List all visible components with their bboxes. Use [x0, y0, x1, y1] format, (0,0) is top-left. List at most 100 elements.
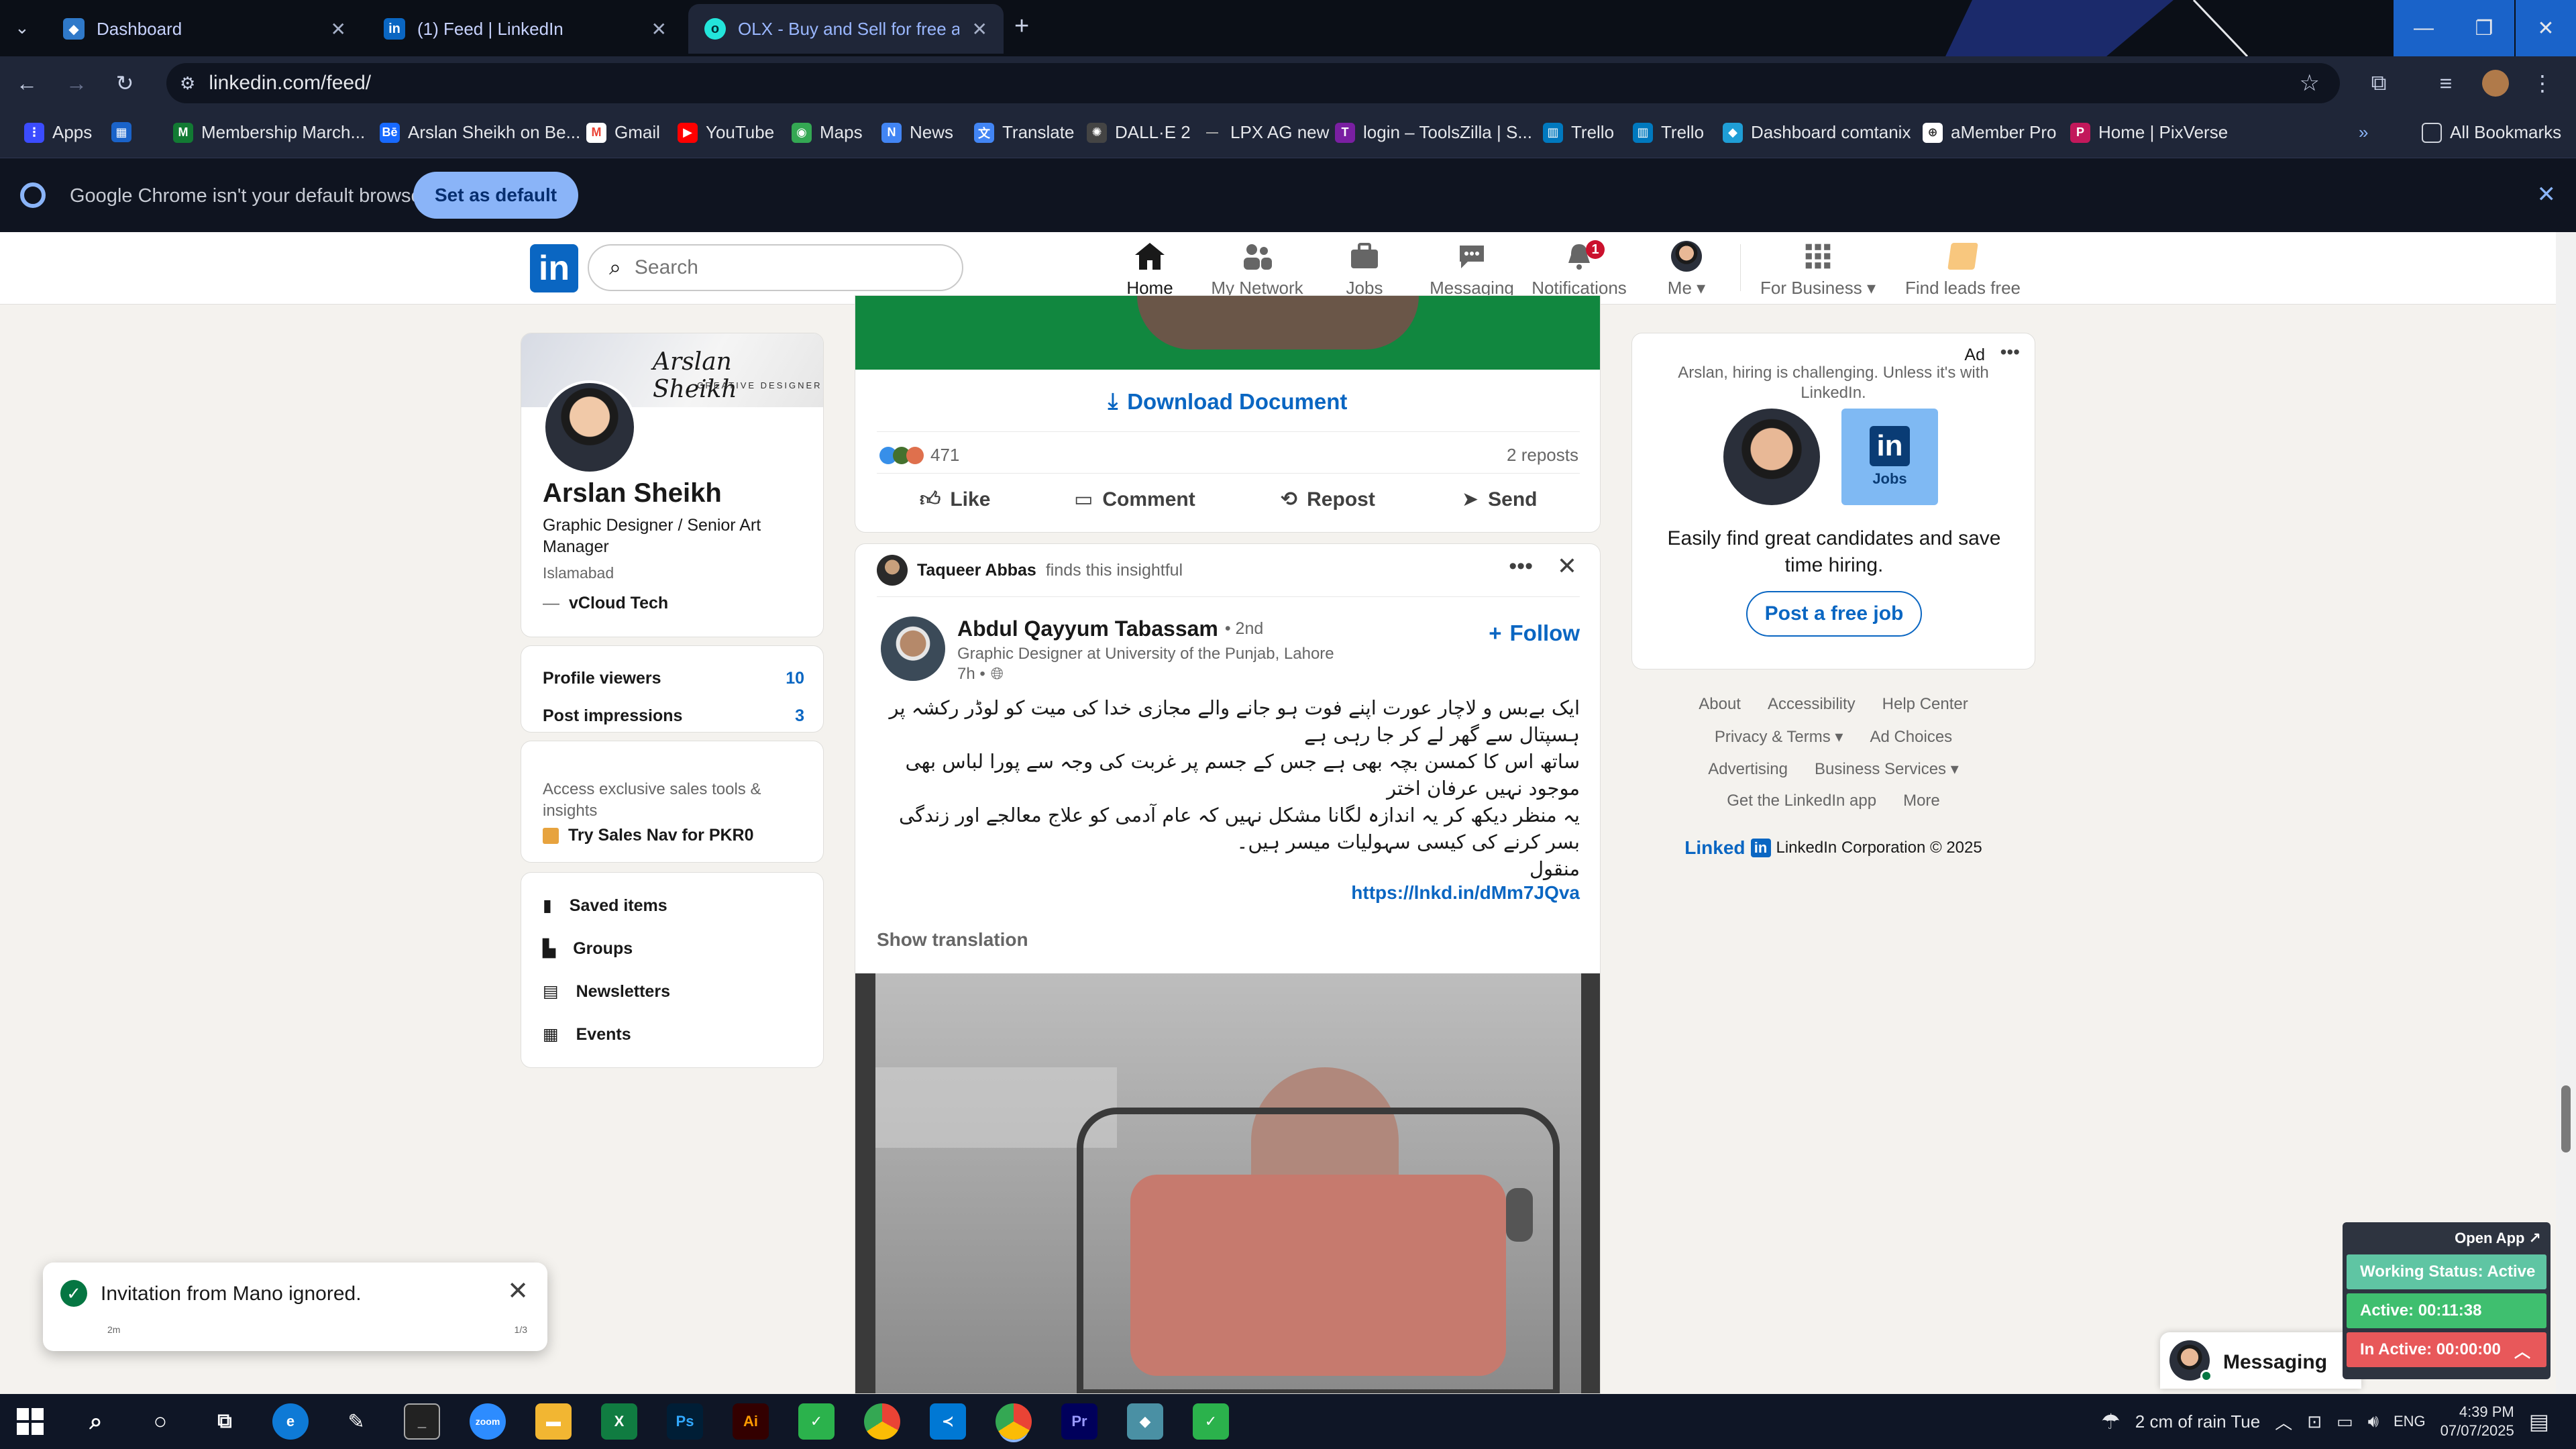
follow-button[interactable]: + Follow	[1489, 621, 1580, 646]
bookmark-maps[interactable]: ◉ Maps	[792, 122, 863, 143]
post-link[interactable]: https://lnkd.in/dMm7JQva	[1351, 882, 1580, 904]
bookmark-trello-2[interactable]: ▥ Trello	[1633, 122, 1704, 143]
download-document-button[interactable]: ⤓ Download Document	[855, 388, 1600, 415]
dismiss-post-icon[interactable]: ✕	[1557, 552, 1577, 580]
bookmark-translate[interactable]: 文 Translate	[974, 122, 1074, 143]
bookmark-dalle[interactable]: ✺ DALL·E 2	[1087, 122, 1191, 143]
premium-cta[interactable]: Try Sales Nav for PKR0	[543, 826, 754, 845]
profile-avatar-icon[interactable]	[2482, 70, 2509, 97]
comment-button[interactable]: ▭ Comment	[1074, 488, 1195, 511]
site-info-icon[interactable]: ⚙	[180, 73, 195, 94]
link-events[interactable]: ▦ Events	[543, 1024, 631, 1044]
context-avatar[interactable]	[877, 555, 908, 586]
collapse-chevron-icon[interactable]: ︿	[2514, 1338, 2530, 1362]
linkedin-logo[interactable]: in	[530, 244, 578, 292]
close-tab-icon[interactable]: ✕	[331, 18, 346, 40]
minimize-icon[interactable]: —	[2394, 0, 2454, 56]
photoshop-icon[interactable]: Ps	[667, 1403, 703, 1440]
footer-about[interactable]: About	[1699, 695, 1741, 714]
search-input[interactable]	[634, 256, 930, 279]
footer-help-center[interactable]: Help Center	[1882, 695, 1968, 714]
page-scrollbar[interactable]	[2556, 232, 2576, 1394]
footer-accessibility[interactable]: Accessibility	[1768, 695, 1856, 714]
footer-advertising[interactable]: Advertising	[1708, 760, 1788, 779]
terminal-icon[interactable]: _	[404, 1403, 440, 1440]
all-bookmarks[interactable]: All Bookmarks	[2422, 122, 2561, 143]
send-button[interactable]: ➤ Send	[1462, 488, 1538, 511]
wifi-icon[interactable]: ▭	[2337, 1411, 2353, 1432]
like-button[interactable]: 👍︎ Like	[920, 488, 990, 512]
tab-search-icon[interactable]: ⌄	[15, 17, 30, 38]
restore-icon[interactable]: ❐	[2454, 0, 2514, 56]
tracker-app-icon[interactable]: ◆	[1127, 1403, 1163, 1440]
messaging-overlay[interactable]: Messaging	[2160, 1332, 2361, 1389]
author-line[interactable]: Abdul Qayyum Tabassam • 2nd	[957, 616, 1263, 641]
stat-post-impressions[interactable]: Post impressions 3	[543, 706, 804, 726]
show-translation-button[interactable]: Show translation	[877, 929, 1028, 951]
zoom-icon[interactable]: zoom	[470, 1403, 506, 1440]
volume-icon[interactable]: 🔊︎	[2368, 1411, 2379, 1432]
tray-expand-icon[interactable]: ︿	[2275, 1409, 2292, 1434]
nav-find-leads[interactable]: Find leads free	[1896, 239, 2030, 305]
excel-icon[interactable]: X	[601, 1403, 637, 1440]
footer-get-app[interactable]: Get the LinkedIn app	[1727, 792, 1876, 810]
bookmark-amember[interactable]: ⊕ aMember Pro	[1923, 122, 2057, 143]
new-tab-icon[interactable]: +	[1014, 12, 1029, 41]
close-window-icon[interactable]: ✕	[2516, 0, 2576, 56]
search-box[interactable]: ⌕	[588, 244, 963, 291]
tab-olx[interactable]: o OLX - Buy and Sell for free any ✕	[688, 4, 1004, 54]
footer-ad-choices[interactable]: Ad Choices	[1870, 728, 1952, 747]
nav-for-business[interactable]: For Business ▾	[1758, 239, 1878, 305]
vscode-icon[interactable]: ≺	[930, 1403, 966, 1440]
bookmark-toolszilla[interactable]: Tlogin – ToolsZilla | S...	[1335, 122, 1532, 143]
reactions-summary[interactable]: 471	[879, 445, 959, 466]
nav-me[interactable]: Me ▾	[1633, 239, 1740, 305]
link-newsletters[interactable]: ▤ Newsletters	[543, 981, 670, 1002]
file-explorer-icon[interactable]: ▬	[535, 1403, 572, 1440]
open-app-button[interactable]: Open App ↗	[2347, 1226, 2546, 1250]
document-preview-image[interactable]	[855, 296, 1600, 370]
bookmark-apps[interactable]: ⋮ Apps	[24, 122, 92, 143]
scrollbar-thumb[interactable]	[2561, 1085, 2571, 1152]
link-saved-items[interactable]: ▮ Saved items	[543, 896, 667, 916]
stat-profile-viewers[interactable]: Profile viewers 10	[543, 669, 804, 688]
back-icon[interactable]: ←	[13, 70, 40, 97]
bookmark-membership[interactable]: M Membership March...	[173, 122, 365, 143]
pen-tool-icon[interactable]: ✎	[338, 1403, 374, 1440]
repost-button[interactable]: ⟲ Repost	[1281, 488, 1375, 511]
profile-company[interactable]: — vCloud Tech	[543, 594, 668, 613]
clock[interactable]: 4:39 PM 07/07/2025	[2440, 1403, 2514, 1440]
ad-card[interactable]: Ad ••• Arslan, hiring is challenging. Un…	[1631, 333, 2035, 669]
author-avatar[interactable]	[881, 616, 945, 681]
toast-close-icon[interactable]: ✕	[507, 1276, 529, 1306]
footer-privacy-terms[interactable]: Privacy & Terms ▾	[1715, 727, 1843, 747]
chrome-menu-icon[interactable]: ⋮	[2529, 70, 2556, 97]
bookmark-behance[interactable]: Bē Arslan Sheikh on Be...	[380, 122, 580, 143]
post-video[interactable]	[855, 973, 1600, 1393]
address-bar[interactable]: ⚙ linkedin.com/feed/ ☆	[166, 63, 2340, 103]
profile-name[interactable]: Arslan Sheikh	[543, 478, 722, 508]
language-indicator[interactable]: ENG	[2394, 1413, 2426, 1430]
reposts-count[interactable]: 2 reposts	[1507, 445, 1578, 466]
link-groups[interactable]: ▙ Groups	[543, 938, 633, 959]
forward-icon[interactable]: →	[63, 70, 90, 97]
more-bookmarks-icon[interactable]: »	[2359, 122, 2368, 143]
illustrator-icon[interactable]: Ai	[733, 1403, 769, 1440]
close-tab-icon[interactable]: ✕	[972, 18, 987, 40]
notification-center-icon[interactable]: ▤	[2529, 1409, 2549, 1434]
bookmark-youtube[interactable]: ▶ YouTube	[678, 122, 774, 143]
cortana-icon[interactable]: ○	[142, 1403, 178, 1440]
bookmark-comtanix[interactable]: ◆ Dashboard comtanix	[1723, 122, 1911, 143]
network-icon[interactable]: ⊡	[2307, 1411, 2322, 1432]
bookmark-grid[interactable]: ▦	[111, 122, 131, 142]
chrome-icon[interactable]	[864, 1403, 900, 1440]
footer-business-services[interactable]: Business Services ▾	[1815, 759, 1959, 779]
bookmark-gmail[interactable]: M Gmail	[586, 122, 660, 143]
task-view-icon[interactable]: ⧉	[207, 1403, 243, 1440]
tab-linkedin[interactable]: in (1) Feed | LinkedIn ✕	[368, 4, 683, 54]
bookmark-trello-1[interactable]: ▥ Trello	[1543, 122, 1614, 143]
weather-umbrella-icon[interactable]: ☂	[2101, 1409, 2121, 1434]
more-options-icon[interactable]: •••	[1509, 553, 1533, 580]
profile-photo[interactable]	[543, 380, 637, 474]
close-tab-icon[interactable]: ✕	[651, 18, 667, 40]
